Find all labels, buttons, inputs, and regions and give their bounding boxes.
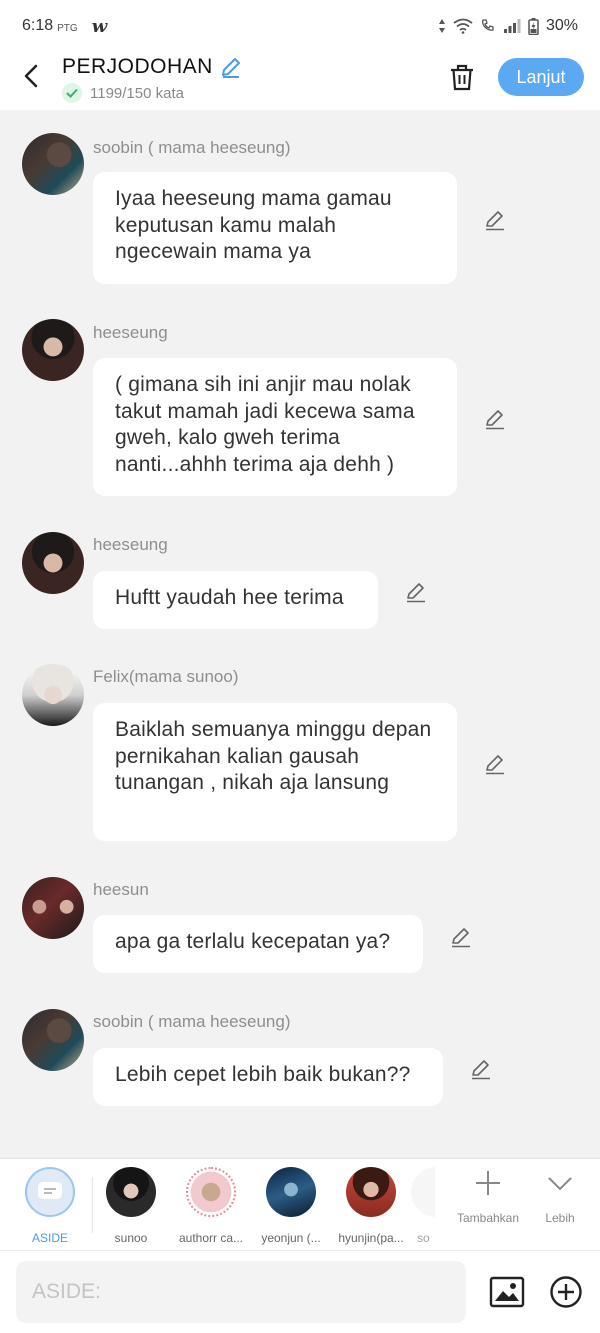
message-bubble[interactable]: Baiklah semuanya minggu depan pernikahan… [93, 703, 457, 841]
status-bar: 6:18 PTG w 30% [0, 0, 600, 52]
add-character-button[interactable]: Tambahkan [452, 1169, 524, 1225]
edit-pencil-icon[interactable] [450, 926, 472, 948]
more-button[interactable]: Lebih [536, 1169, 584, 1225]
character-author[interactable]: authorr ca... [171, 1167, 251, 1245]
story-title-row[interactable]: PERJODOHAN [62, 55, 243, 79]
character-name: heeseung [93, 323, 168, 342]
character-selector-bar: ASIDE sunoo authorr ca... yeonjun (... h… [0, 1158, 600, 1250]
status-time: 6:18 [22, 17, 54, 34]
character-label: hyunjin(pa... [338, 1231, 404, 1245]
avatar[interactable] [22, 1009, 84, 1071]
message-bubble[interactable]: ( gimana sih ini anjir mau nolak takut m… [93, 358, 457, 496]
data-arrows-icon [438, 19, 445, 33]
edit-pencil-icon[interactable] [470, 1058, 492, 1080]
add-character-label: Tambahkan [456, 1211, 520, 1225]
word-count-text: 1199/150 kata [90, 84, 184, 102]
character-label: ASIDE [31, 1231, 68, 1245]
story-title: PERJODOHAN [62, 55, 213, 78]
signal-icon [503, 19, 521, 33]
message-bubble[interactable]: Lebih cepet lebih baik bukan?? [93, 1048, 443, 1106]
title-block: PERJODOHAN 1199/150 kata [62, 55, 243, 103]
edit-pencil-icon[interactable] [484, 209, 506, 231]
message-bubble[interactable]: apa ga terlalu kecepatan ya? [93, 915, 423, 973]
character-aside[interactable]: ASIDE [10, 1167, 90, 1245]
character-name: Felix(mama sunoo) [93, 667, 239, 686]
avatar [186, 1167, 236, 1217]
status-icons: 30% [438, 17, 578, 35]
character-label: sunoo [114, 1231, 148, 1245]
more-label: Lebih [545, 1211, 575, 1225]
wifi-call-icon [481, 19, 494, 31]
message-bubble[interactable]: Iyaa heeseung mama gamau keputusan kamu … [93, 172, 457, 284]
battery-percent: 30% [545, 17, 578, 34]
image-icon[interactable] [489, 1275, 525, 1309]
chevron-down-icon [548, 1177, 572, 1191]
avatar [411, 1167, 435, 1217]
edit-pencil-icon[interactable] [484, 408, 506, 430]
character-label: so [417, 1231, 430, 1245]
aside-message-icon [38, 1182, 62, 1199]
edit-title-pencil-icon[interactable] [219, 55, 243, 79]
battery-icon [528, 17, 539, 35]
edit-pencil-icon[interactable] [405, 581, 427, 603]
avatar[interactable] [22, 532, 84, 594]
story-header: PERJODOHAN 1199/150 kata Lanjut [0, 52, 600, 110]
avatar[interactable] [22, 133, 84, 195]
wattpad-logo: w [91, 15, 108, 37]
avatar [266, 1167, 316, 1217]
avatar[interactable] [22, 877, 84, 939]
character-name: heesun [93, 880, 149, 899]
character-name: soobin ( mama heeseung) [93, 1012, 291, 1031]
trash-icon[interactable] [448, 62, 476, 92]
character-label: authorr ca... [178, 1231, 244, 1245]
avatar [106, 1167, 156, 1217]
status-carrier: PTG [57, 22, 78, 34]
edit-pencil-icon[interactable] [484, 753, 506, 775]
compose-bar [0, 1250, 600, 1333]
character-hyunjin[interactable]: hyunjin(pa... [331, 1167, 411, 1245]
avatar[interactable] [22, 664, 84, 726]
check-icon [62, 83, 82, 103]
plus-icon [476, 1171, 500, 1195]
character-name: soobin ( mama heeseung) [93, 138, 291, 157]
aside-avatar [25, 1167, 75, 1217]
character-label: yeonjun (... [261, 1231, 321, 1245]
character-sunoo[interactable]: sunoo [91, 1167, 171, 1245]
avatar[interactable] [22, 319, 84, 381]
message-bubble[interactable]: Huftt yaudah hee terima [93, 571, 378, 629]
add-circle-icon[interactable] [549, 1275, 583, 1309]
avatar [346, 1167, 396, 1217]
next-button[interactable]: Lanjut [498, 58, 584, 96]
character-yeonjun[interactable]: yeonjun (... [251, 1167, 331, 1245]
word-count: 1199/150 kata [62, 83, 243, 103]
character-name: heeseung [93, 535, 168, 554]
character-partial[interactable]: so [411, 1167, 435, 1245]
wifi-icon [453, 18, 473, 34]
aside-input[interactable] [16, 1261, 466, 1323]
back-arrow-icon[interactable] [20, 62, 44, 90]
